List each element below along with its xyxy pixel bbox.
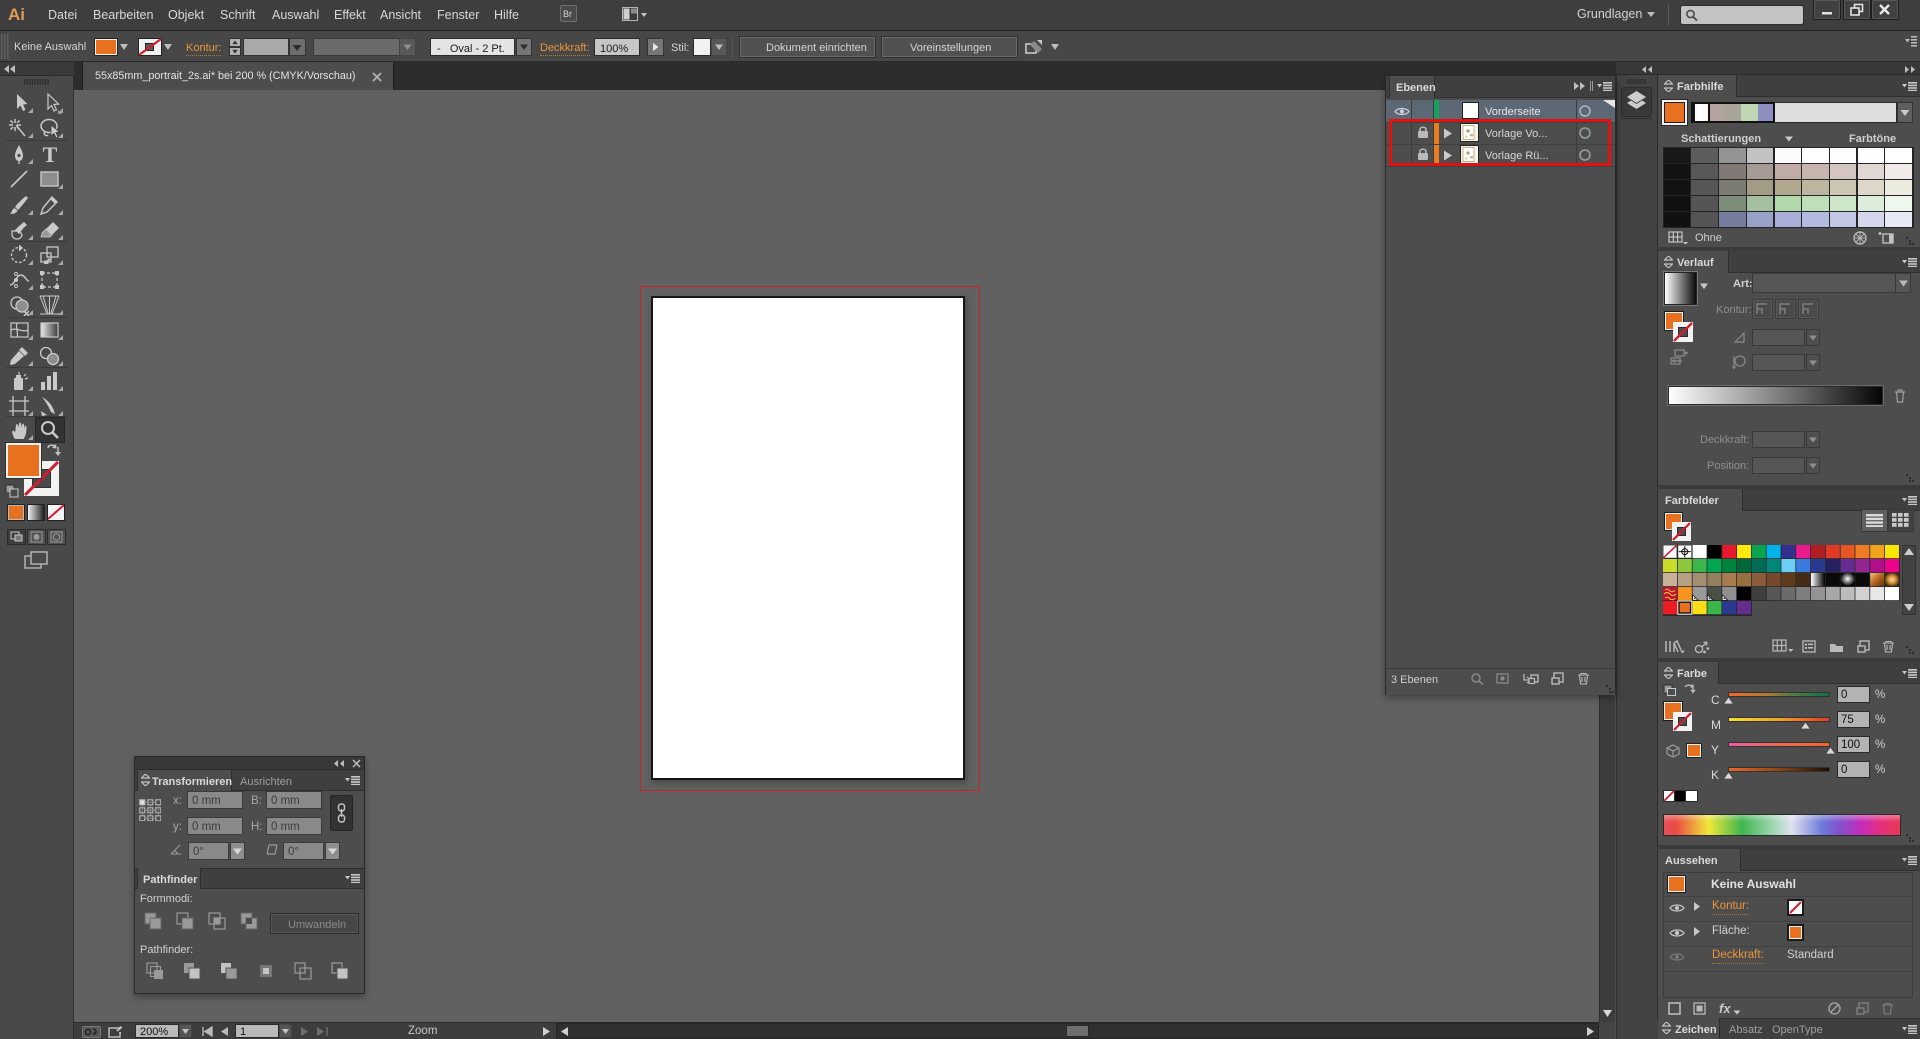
- svg-text:T: T: [43, 143, 58, 165]
